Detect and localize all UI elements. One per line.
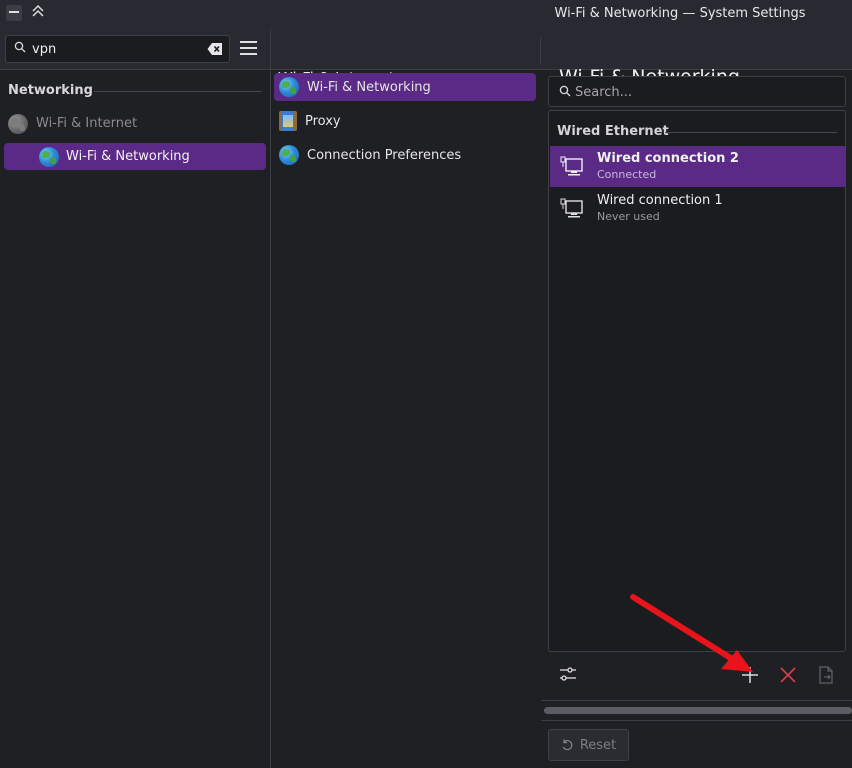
undo-icon [562, 739, 573, 750]
keep-above-icon[interactable] [30, 4, 46, 22]
subcategory-connection-preferences[interactable]: Connection Preferences [274, 141, 536, 169]
connection-search-field[interactable] [548, 76, 846, 107]
horizontal-scrollbar[interactable] [544, 707, 852, 714]
search-icon [14, 41, 26, 53]
section-divider [94, 91, 262, 92]
list-group-heading: Wired Ethernet [557, 124, 669, 139]
connection-status: Never used [597, 210, 660, 223]
footer-divider [541, 720, 852, 721]
subcategory-proxy[interactable]: Proxy [274, 107, 536, 135]
wired-network-icon [560, 156, 583, 176]
subcategory-label: Connection Preferences [307, 147, 462, 163]
title-bar: Wi-Fi & Networking — System Settings [0, 0, 852, 29]
connection-list: Wired Ethernet Wired connection 2 Connec… [548, 110, 846, 652]
wired-network-icon [560, 198, 583, 218]
subcategory-label: Proxy [305, 113, 341, 129]
header-row: vpn Wi-Fi & Internet Wi-Fi & Networking [0, 29, 852, 88]
connection-row[interactable]: Wired connection 1 Never used [550, 188, 846, 229]
sidebar-item-wifi-networking[interactable]: Wi-Fi & Networking [4, 143, 266, 170]
sidebar-search-value: vpn [32, 42, 57, 57]
window-title: Wi-Fi & Networking — System Settings [554, 6, 806, 21]
connection-status: Connected [597, 168, 657, 181]
column-divider [540, 37, 541, 65]
reset-button-label: Reset [579, 737, 617, 753]
globe-icon [279, 77, 299, 97]
globe-icon [8, 113, 28, 134]
connection-name: Wired connection 2 [597, 151, 739, 166]
connection-name: Wired connection 1 [597, 193, 723, 208]
proxy-icon [279, 111, 297, 131]
connection-search-input[interactable] [575, 81, 835, 103]
subcategory-wifi-networking[interactable]: Wi-Fi & Networking [274, 73, 536, 101]
sidebar-section-heading: Networking [8, 83, 93, 98]
sliders-icon [560, 667, 576, 681]
remove-connection-button[interactable] [777, 664, 799, 686]
sidebar-item-label: Wi-Fi & Networking [66, 149, 190, 164]
export-connection-button[interactable] [815, 664, 837, 686]
connection-row[interactable]: Wired connection 2 Connected [550, 146, 846, 187]
sidebar-item-wifi-internet[interactable]: Wi-Fi & Internet [8, 110, 266, 137]
app-menu-icon[interactable] [6, 5, 22, 21]
search-icon [559, 85, 571, 97]
footer-divider [541, 700, 852, 701]
globe-icon [279, 145, 299, 165]
hamburger-menu-icon[interactable] [240, 41, 257, 55]
subcategory-label: Wi-Fi & Networking [307, 79, 431, 95]
export-icon [819, 666, 833, 684]
sidebar-search-field[interactable]: vpn [5, 35, 230, 63]
column-divider [270, 29, 271, 768]
configure-button[interactable] [557, 663, 579, 685]
close-icon [780, 667, 796, 683]
globe-icon [39, 146, 59, 167]
sidebar-item-label: Wi-Fi & Internet [36, 116, 138, 131]
reset-button[interactable]: Reset [548, 729, 629, 761]
annotation-arrow-icon [630, 594, 753, 672]
section-divider [665, 132, 837, 133]
clear-text-icon[interactable] [207, 42, 223, 56]
